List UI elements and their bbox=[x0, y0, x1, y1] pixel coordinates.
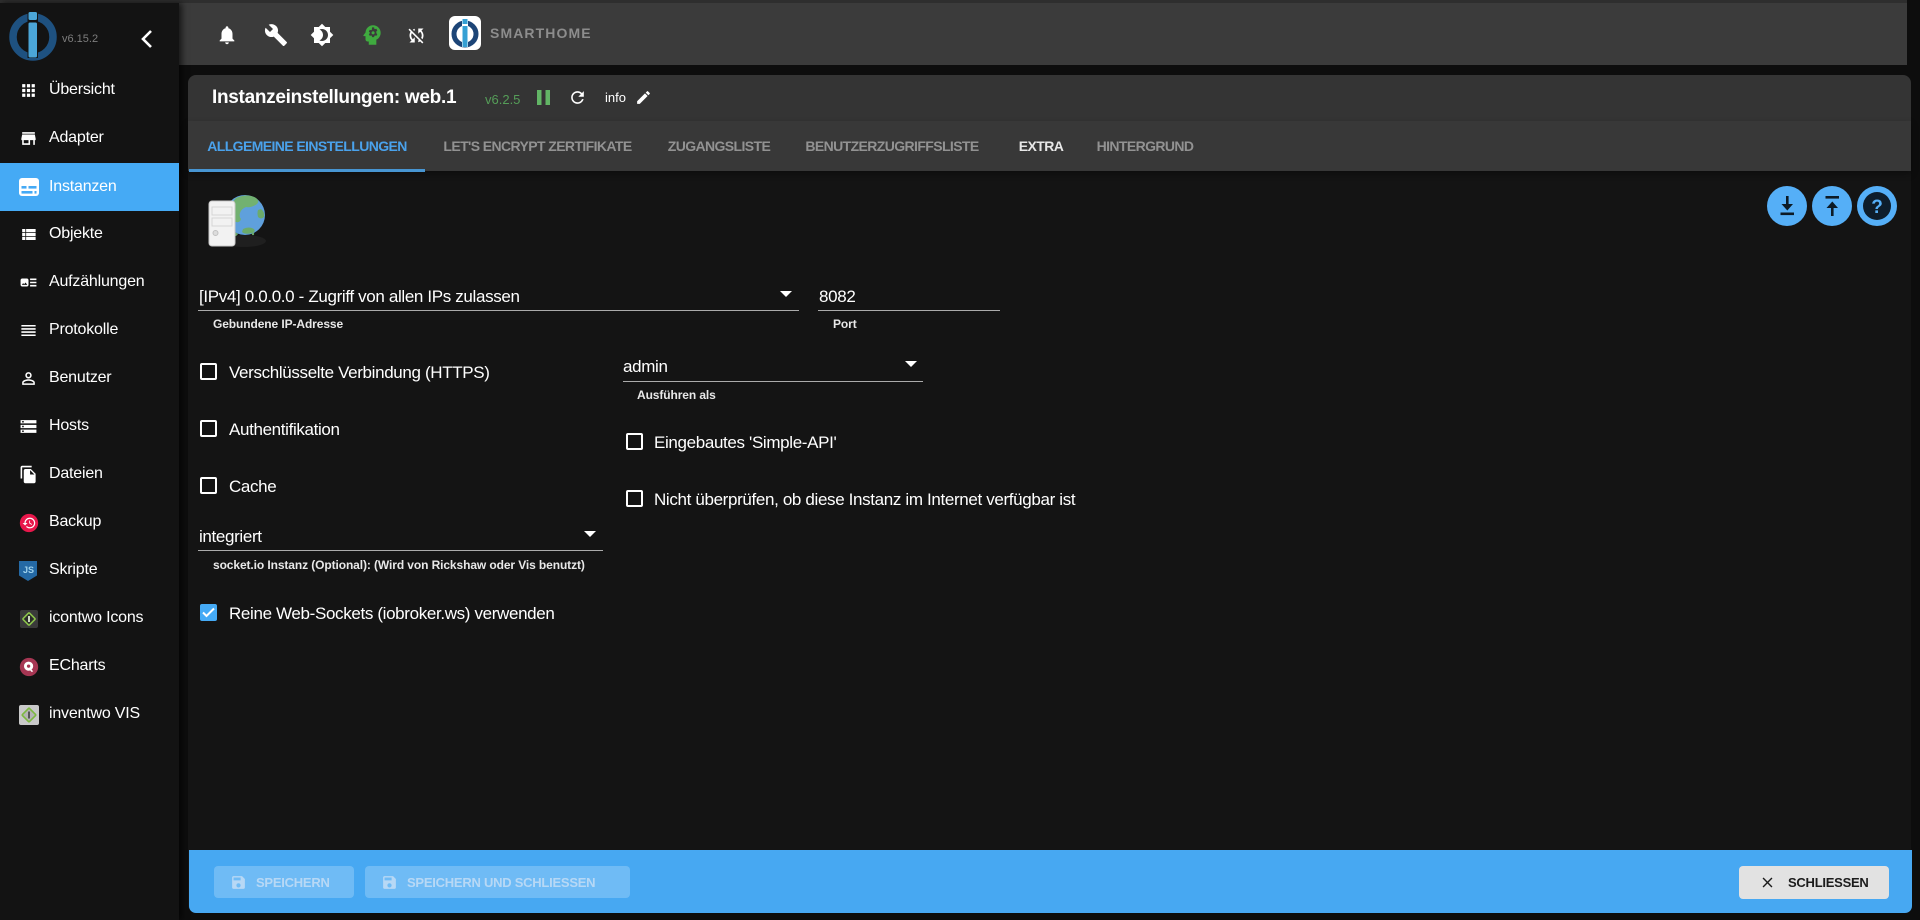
svg-text:?: ? bbox=[1871, 197, 1883, 218]
svg-text:JS: JS bbox=[23, 565, 34, 575]
